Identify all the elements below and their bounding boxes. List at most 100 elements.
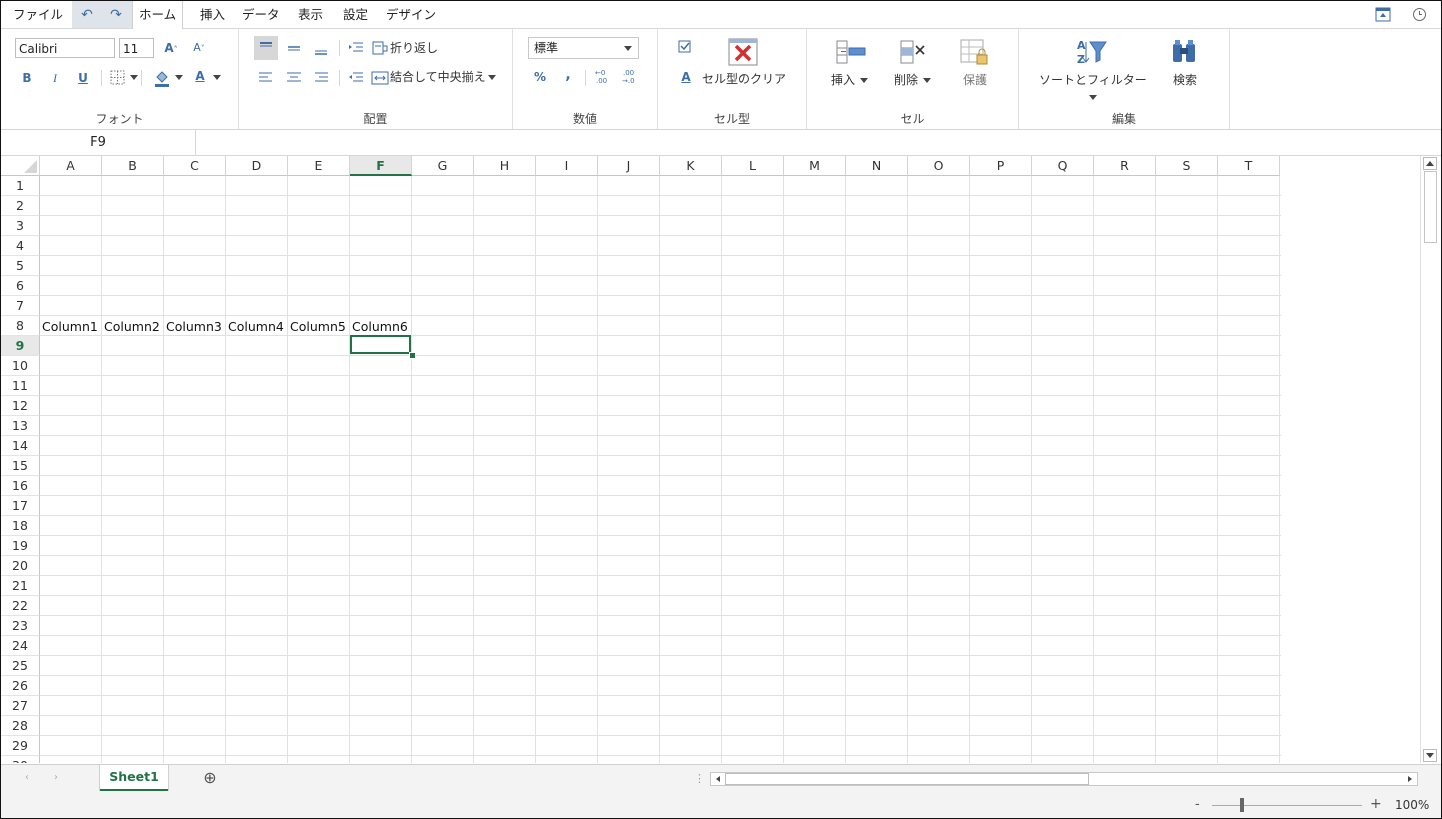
- align-center-icon[interactable]: [285, 69, 303, 87]
- menu-view[interactable]: 表示: [292, 1, 329, 28]
- underline-button[interactable]: U: [75, 68, 91, 88]
- checkbox-icon[interactable]: [678, 40, 692, 54]
- increase-font-icon[interactable]: A˄: [161, 38, 181, 58]
- column-header-h[interactable]: H: [474, 156, 536, 176]
- menu-data[interactable]: データ: [236, 1, 286, 28]
- row-header-21[interactable]: 21: [1, 576, 40, 596]
- merge-dropdown-icon[interactable]: [488, 75, 496, 80]
- decrease-font-icon[interactable]: A˅: [189, 38, 209, 58]
- next-sheet-icon[interactable]: ›: [54, 772, 58, 783]
- row-header-14[interactable]: 14: [1, 436, 40, 456]
- fill-color-icon[interactable]: [153, 69, 171, 87]
- column-header-q[interactable]: Q: [1032, 156, 1094, 176]
- column-header-r[interactable]: R: [1094, 156, 1156, 176]
- scroll-up-icon[interactable]: [1423, 157, 1437, 170]
- cell-style-icon[interactable]: A: [678, 67, 694, 87]
- horizontal-scroll-thumb[interactable]: [725, 773, 1089, 785]
- find-button[interactable]: 検索: [1173, 70, 1197, 90]
- column-header-b[interactable]: B: [102, 156, 164, 176]
- row-header-25[interactable]: 25: [1, 656, 40, 676]
- insert-cells-icon[interactable]: [835, 38, 867, 66]
- delete-dropdown-icon[interactable]: [923, 78, 931, 83]
- vertical-scroll-thumb[interactable]: [1424, 171, 1437, 243]
- column-header-a[interactable]: A: [40, 156, 102, 176]
- row-header-27[interactable]: 27: [1, 696, 40, 716]
- scroll-right-icon[interactable]: [1405, 774, 1415, 784]
- protect-icon[interactable]: [959, 38, 989, 66]
- collapse-ribbon-icon[interactable]: [1375, 7, 1391, 22]
- fill-dropdown-icon[interactable]: [175, 75, 183, 80]
- vertical-scrollbar[interactable]: [1420, 156, 1440, 763]
- row-header-16[interactable]: 16: [1, 476, 40, 496]
- column-header-t[interactable]: T: [1218, 156, 1280, 176]
- row-header-11[interactable]: 11: [1, 376, 40, 396]
- row-header-26[interactable]: 26: [1, 676, 40, 696]
- cell-area[interactable]: [40, 176, 1281, 763]
- column-header-f[interactable]: F: [350, 156, 412, 176]
- row-header-10[interactable]: 10: [1, 356, 40, 376]
- font-color-dropdown-icon[interactable]: [213, 75, 221, 80]
- column-header-p[interactable]: P: [970, 156, 1032, 176]
- row-header-7[interactable]: 7: [1, 296, 40, 316]
- column-header-e[interactable]: E: [288, 156, 350, 176]
- column-header-c[interactable]: C: [164, 156, 226, 176]
- zoom-in-button[interactable]: +: [1370, 796, 1382, 812]
- column-header-j[interactable]: J: [598, 156, 660, 176]
- row-header-18[interactable]: 18: [1, 516, 40, 536]
- zoom-level[interactable]: 100%: [1395, 798, 1429, 812]
- column-header-l[interactable]: L: [722, 156, 784, 176]
- row-header-2[interactable]: 2: [1, 196, 40, 216]
- column-header-g[interactable]: G: [412, 156, 474, 176]
- row-header-13[interactable]: 13: [1, 416, 40, 436]
- row-header-17[interactable]: 17: [1, 496, 40, 516]
- zoom-out-button[interactable]: -: [1195, 797, 1200, 812]
- cell-c8[interactable]: Column3: [164, 316, 222, 335]
- redo-icon[interactable]: ↷: [108, 7, 124, 23]
- number-format-dropdown-icon[interactable]: [624, 46, 632, 51]
- active-cell-f9[interactable]: [350, 335, 411, 354]
- scroll-left-icon[interactable]: [713, 774, 723, 784]
- align-bottom-icon[interactable]: [312, 41, 330, 59]
- row-header-1[interactable]: 1: [1, 176, 40, 196]
- font-name-input[interactable]: Calibri: [15, 38, 115, 58]
- scroll-down-icon[interactable]: [1423, 749, 1437, 762]
- row-header-23[interactable]: 23: [1, 616, 40, 636]
- menu-file[interactable]: ファイル: [7, 1, 69, 28]
- horizontal-scrollbar[interactable]: [710, 772, 1418, 786]
- wrap-text-icon[interactable]: [371, 39, 389, 57]
- insert-cells-button[interactable]: 挿入: [831, 70, 855, 90]
- protect-button[interactable]: 保護: [963, 70, 987, 90]
- border-icon[interactable]: [109, 69, 127, 87]
- clear-format-button[interactable]: セル型のクリア: [702, 69, 786, 89]
- cell-d8[interactable]: Column4: [226, 316, 284, 335]
- undo-icon[interactable]: ↶: [79, 7, 95, 23]
- add-sheet-icon[interactable]: ⊕: [201, 769, 219, 787]
- row-header-6[interactable]: 6: [1, 276, 40, 296]
- prev-sheet-icon[interactable]: ‹: [25, 772, 29, 783]
- increase-decimal-icon[interactable]: ←0.00: [593, 67, 613, 85]
- menu-insert[interactable]: 挿入: [194, 1, 231, 28]
- cell-a8[interactable]: Column1: [40, 316, 98, 335]
- column-header-i[interactable]: I: [536, 156, 598, 176]
- row-header-28[interactable]: 28: [1, 716, 40, 736]
- outdent-icon[interactable]: [347, 69, 365, 87]
- menu-settings[interactable]: 設定: [337, 1, 374, 28]
- formula-input[interactable]: [197, 130, 1439, 155]
- zoom-slider-knob[interactable]: [1240, 798, 1244, 812]
- splitter-handle[interactable]: ⋮: [694, 772, 705, 785]
- sort-filter-dropdown-icon[interactable]: [1089, 95, 1097, 100]
- column-header-n[interactable]: N: [846, 156, 908, 176]
- decrease-decimal-icon[interactable]: .00 →.0: [620, 67, 640, 85]
- wrap-text-button[interactable]: 折り返し: [390, 38, 438, 58]
- column-header-s[interactable]: S: [1156, 156, 1218, 176]
- cell-f8[interactable]: Column6: [350, 316, 408, 335]
- sort-filter-button[interactable]: ソートとフィルター: [1039, 70, 1147, 90]
- bold-button[interactable]: B: [19, 68, 35, 88]
- row-header-20[interactable]: 20: [1, 556, 40, 576]
- row-header-19[interactable]: 19: [1, 536, 40, 556]
- column-header-k[interactable]: K: [660, 156, 722, 176]
- font-size-input[interactable]: 11: [119, 38, 154, 58]
- menu-design[interactable]: デザイン: [380, 1, 442, 28]
- row-header-22[interactable]: 22: [1, 596, 40, 616]
- align-right-icon[interactable]: [312, 69, 330, 87]
